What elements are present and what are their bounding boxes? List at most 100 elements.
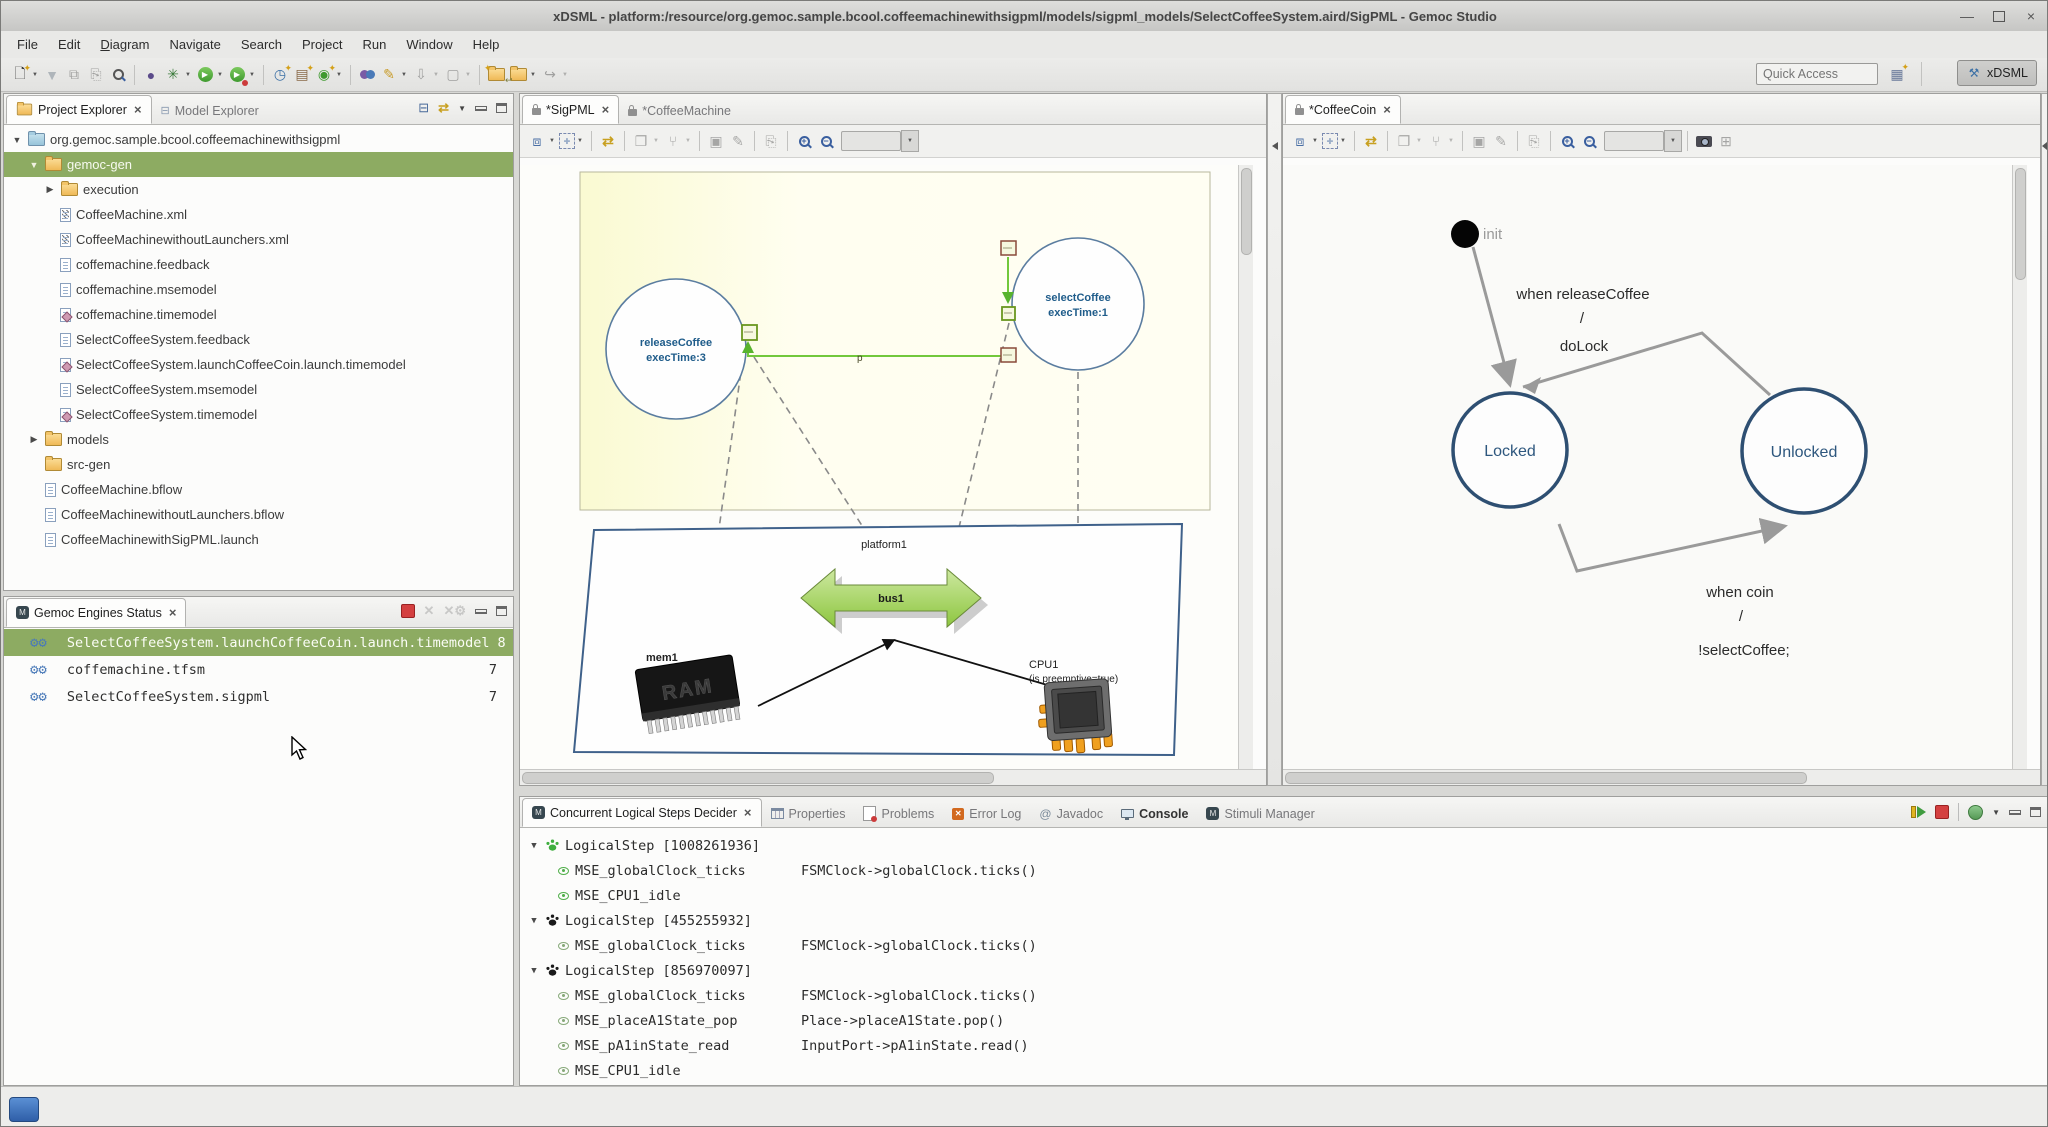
tree-row-file[interactable]: SelectCoffeeSystem.launchCoffeeCoin.laun… (4, 352, 513, 377)
hide-decorations-icon[interactable]: ▣ (1469, 131, 1489, 151)
layers-icon[interactable]: ⊞ (1716, 131, 1736, 151)
tree-row-models[interactable]: ▶ models (4, 427, 513, 452)
tree-row-file[interactable]: coffemachine.timemodel (4, 302, 513, 327)
import-dropdown-icon[interactable]: ▼ (432, 65, 440, 85)
refresh-icon[interactable]: ⇄ (598, 131, 618, 151)
tree-row-file[interactable]: CoffeeMachine.xml (4, 202, 513, 227)
snapshot-camera-icon[interactable] (1694, 131, 1714, 151)
spheres-icon[interactable] (357, 65, 377, 85)
align-dropdown-icon[interactable]: ▼ (1447, 131, 1455, 151)
new-dropdown-icon[interactable]: ▼ (31, 65, 39, 85)
tree-row-project[interactable]: ▼ org.gemoc.sample.bcool.coffeemachinewi… (4, 127, 513, 152)
zoom-combo-dropdown-icon[interactable]: ▼ (901, 130, 919, 152)
trim-blue-icon[interactable] (9, 1097, 39, 1122)
expanded-arrow-icon[interactable]: ▼ (528, 841, 540, 851)
minimize-icon[interactable]: — (1959, 8, 1975, 24)
tab-project-explorer[interactable]: Project Explorer × (6, 95, 152, 124)
maximize-view-icon[interactable] (496, 606, 507, 616)
quick-access-input[interactable] (1756, 63, 1878, 85)
tab-concurrent-logical-steps-decider[interactable]: M Concurrent Logical Steps Decider × (522, 798, 762, 827)
tab-stimuli-manager[interactable]: M Stimuli Manager (1197, 800, 1323, 827)
zoom-in-icon[interactable]: + (794, 131, 814, 151)
tree-row-file[interactable]: CoffeeMachine.bflow (4, 477, 513, 502)
tree-row-file[interactable]: SelectCoffeeSystem.msemodel (4, 377, 513, 402)
select-mode-icon[interactable]: ✛ (1322, 133, 1338, 149)
skip-breakpoints-icon[interactable]: ✳ (163, 65, 183, 85)
back-history-icon[interactable]: ↩ (508, 65, 528, 85)
forward-dropdown-icon[interactable]: ▼ (561, 65, 569, 85)
annotate-dropdown-icon[interactable]: ▼ (400, 65, 408, 85)
tab-coffeecoin[interactable]: *CoffeeCoin × (1285, 95, 1401, 124)
mse-event-row[interactable]: MSE_globalClock_ticks FSMClock->globalCl… (524, 858, 2045, 883)
pin-icon[interactable]: ✎ (728, 131, 748, 151)
layout-dropdown-icon[interactable]: ▼ (548, 131, 556, 151)
expanded-arrow-icon[interactable]: ▼ (528, 916, 540, 926)
close-icon[interactable]: × (744, 805, 752, 820)
paste-layout-icon[interactable]: ⎘ (1524, 131, 1544, 151)
zoom-out-icon[interactable]: − (816, 131, 836, 151)
tab-sigpml[interactable]: *SigPML × (522, 95, 619, 124)
expanded-arrow-icon[interactable]: ▼ (28, 160, 40, 170)
scrollbar-thumb[interactable] (1285, 772, 1807, 784)
menu-help[interactable]: Help (463, 34, 510, 55)
copy-appearance-icon[interactable]: ❐ (631, 131, 651, 151)
tab-gemoc-engines-status[interactable]: M Gemoc Engines Status × (6, 598, 186, 627)
stop-icon[interactable] (1935, 805, 1949, 819)
horizontal-scrollbar[interactable] (1283, 769, 2040, 785)
close-icon[interactable]: × (134, 102, 142, 117)
mse-event-row[interactable]: MSE_pA1inState_read InputPort->pA1inStat… (524, 1033, 2045, 1058)
menu-diagram[interactable]: Diagram (90, 34, 159, 55)
copy-dropdown-icon[interactable]: ▼ (652, 131, 660, 151)
minimize-view-icon[interactable] (475, 106, 487, 111)
mse-event-row[interactable]: MSE_placeA1State_pop Place->placeA1State… (524, 1008, 2045, 1033)
link-editor-icon[interactable]: ⇄ (438, 100, 449, 116)
new-wizard-icon[interactable]: 🗋✦ (10, 65, 30, 85)
tree-row-src-gen[interactable]: src-gen (4, 452, 513, 477)
stop-engine-icon[interactable] (401, 604, 415, 618)
mse-event-row[interactable]: MSE_globalClock_ticks FSMClock->globalCl… (524, 983, 2045, 1008)
copy-appearance-icon[interactable]: ❐ (1394, 131, 1414, 151)
select-dropdown-icon[interactable]: ▼ (576, 131, 584, 151)
print-icon[interactable]: ⎘ (86, 65, 106, 85)
select-mode-icon[interactable]: ✛ (559, 133, 575, 149)
close-icon[interactable]: × (2023, 8, 2039, 24)
view-menu-icon[interactable]: ▼ (458, 104, 466, 113)
restore-panel-icon[interactable] (1272, 142, 1278, 150)
new-folder-star-icon[interactable]: ✦ (486, 65, 506, 85)
tree-row-file[interactable]: CoffeeMachinewithoutLaunchers.bflow (4, 502, 513, 527)
dispose-all-engines-icon[interactable]: ✕⚙ (443, 603, 466, 619)
expanded-arrow-icon[interactable]: ▼ (528, 966, 540, 976)
menu-file[interactable]: File (7, 34, 48, 55)
transition-locked-unlocked[interactable] (1559, 524, 1785, 571)
tree-row-file[interactable]: CoffeeMachinewithSigPML.launch (4, 527, 513, 552)
save-icon[interactable]: ▼ (42, 65, 62, 85)
tab-coffeemachine[interactable]: *CoffeeMachine (619, 97, 740, 124)
annotate-icon[interactable]: ✎ (379, 65, 399, 85)
close-icon[interactable]: × (1383, 102, 1391, 117)
menu-navigate[interactable]: Navigate (160, 34, 231, 55)
scrollbar-thumb[interactable] (2015, 168, 2026, 280)
maximize-icon[interactable] (1991, 8, 2007, 24)
mse-event-row[interactable]: MSE_CPU1_idle (524, 1058, 2045, 1083)
initial-state-node[interactable] (1451, 220, 1479, 248)
restore-panel-icon[interactable] (2042, 142, 2047, 150)
engine-row[interactable]: ⚙⚙ coffemachine.tfsm 7 (4, 656, 513, 683)
vertical-scrollbar[interactable] (2012, 165, 2027, 770)
menu-edit[interactable]: Edit (48, 34, 90, 55)
engine-row[interactable]: ⚙⚙ SelectCoffeeSystem.sigpml 7 (4, 683, 513, 710)
run-dropdown-icon[interactable]: ▼ (216, 65, 224, 85)
forward-history-icon[interactable]: ↪ (540, 65, 560, 85)
collapsed-arrow-icon[interactable]: ▶ (44, 184, 56, 195)
decider-dropdown-icon[interactable]: ▼ (1992, 808, 2000, 817)
align-dropdown-icon[interactable]: ▼ (684, 131, 692, 151)
transition-init-locked[interactable] (1473, 247, 1510, 385)
expanded-arrow-icon[interactable]: ▼ (11, 135, 23, 145)
actor-selectcoffee[interactable] (1012, 238, 1144, 370)
model-star-icon[interactable]: ▤✦ (292, 65, 312, 85)
debug-icon[interactable]: ● (141, 65, 161, 85)
copy-dropdown-icon[interactable]: ▼ (1415, 131, 1423, 151)
engine-dropdown-icon[interactable]: ▼ (335, 65, 343, 85)
menu-search[interactable]: Search (231, 34, 292, 55)
logical-step-row[interactable]: ▼ LogicalStep [856970097] (524, 958, 2045, 983)
layout-icon[interactable]: ⧈ (1290, 131, 1310, 151)
